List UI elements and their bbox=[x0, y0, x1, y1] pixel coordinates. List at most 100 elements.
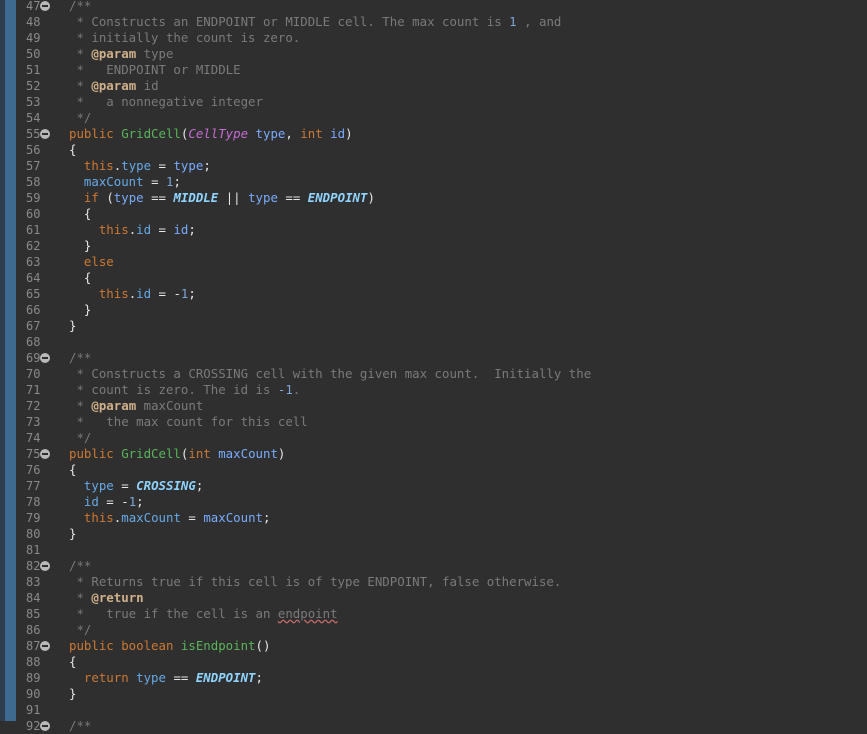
code-line[interactable]: } bbox=[69, 238, 91, 254]
code-line[interactable]: this.type = type; bbox=[69, 158, 211, 174]
line-number: 91 bbox=[26, 703, 41, 717]
code-token: return bbox=[69, 670, 137, 685]
code-line[interactable]: * count is zero. The id is -1. bbox=[69, 382, 300, 398]
line-number: 68 bbox=[26, 335, 41, 349]
code-token: type bbox=[173, 158, 204, 173]
code-line[interactable]: * @param type bbox=[69, 46, 173, 62]
code-line[interactable]: { bbox=[69, 206, 91, 222]
code-token: else bbox=[69, 254, 114, 269]
collapse-fold-icon[interactable] bbox=[40, 129, 50, 139]
collapse-fold-icon[interactable] bbox=[40, 353, 50, 363]
code-line[interactable]: { bbox=[69, 142, 76, 158]
code-token: id bbox=[69, 494, 99, 509]
code-token: ) bbox=[277, 446, 286, 461]
code-line[interactable]: return type == ENDPOINT; bbox=[69, 670, 263, 686]
code-line[interactable]: } bbox=[69, 526, 76, 542]
code-line[interactable]: * Constructs an ENDPOINT or MIDDLE cell.… bbox=[69, 14, 561, 30]
code-token: type bbox=[121, 158, 152, 173]
code-line[interactable]: public boolean isEndpoint() bbox=[69, 638, 270, 654]
code-token: type bbox=[136, 46, 174, 61]
code-token: { bbox=[69, 142, 77, 157]
code-line[interactable]: else bbox=[69, 254, 114, 270]
code-token: ; bbox=[188, 222, 196, 237]
line-number: 85 bbox=[26, 607, 41, 621]
code-token: type bbox=[69, 478, 114, 493]
line-number: 52 bbox=[26, 79, 41, 93]
line-number: 65 bbox=[26, 287, 41, 301]
code-line[interactable]: */ bbox=[69, 110, 91, 126]
code-line[interactable]: * @param id bbox=[69, 78, 158, 94]
code-token: { bbox=[69, 270, 92, 285]
line-number: 49 bbox=[26, 31, 41, 45]
code-token: type bbox=[248, 190, 278, 205]
code-line[interactable]: */ bbox=[69, 430, 91, 446]
code-token: = - bbox=[98, 494, 129, 509]
code-token: if bbox=[69, 190, 107, 205]
code-token: public bbox=[69, 446, 122, 461]
line-number: 48 bbox=[26, 15, 41, 29]
code-line[interactable]: * @return bbox=[69, 590, 143, 606]
code-line[interactable]: this.id = -1; bbox=[69, 286, 196, 302]
code-line[interactable]: id = -1; bbox=[69, 494, 144, 510]
code-line[interactable]: * ENDPOINT or MIDDLE bbox=[69, 62, 240, 78]
code-line[interactable]: maxCount = 1; bbox=[69, 174, 181, 190]
code-line[interactable]: } bbox=[69, 686, 76, 702]
code-line[interactable]: * a nonnegative integer bbox=[69, 94, 263, 110]
code-line[interactable]: * the max count for this cell bbox=[69, 414, 307, 430]
code-editor[interactable]: 47/** 48 * Constructs an ENDPOINT or MIDD… bbox=[0, 0, 867, 733]
code-line[interactable]: * @param maxCount bbox=[69, 398, 203, 414]
code-line[interactable]: public GridCell(CellType type, int id) bbox=[69, 126, 353, 142]
code-token: /** bbox=[69, 718, 92, 733]
line-number: 54 bbox=[26, 111, 41, 125]
code-line[interactable]: { bbox=[69, 654, 76, 670]
code-line[interactable]: * true if the cell is an endpoint bbox=[69, 606, 337, 622]
code-token: * Returns true if this cell is of type E… bbox=[69, 574, 562, 589]
code-token: ; bbox=[203, 158, 211, 173]
code-token: ; bbox=[188, 286, 196, 301]
code-token: ; bbox=[136, 494, 144, 509]
line-number: 89 bbox=[26, 671, 41, 685]
code-token: } bbox=[69, 318, 77, 333]
code-line[interactable]: * initially the count is zero. bbox=[69, 30, 300, 46]
code-line[interactable]: public GridCell(int maxCount) bbox=[69, 446, 285, 462]
code-token: GridCell bbox=[121, 446, 181, 461]
code-line[interactable]: /** bbox=[69, 558, 91, 574]
code-token: ( bbox=[106, 190, 114, 205]
line-number: 88 bbox=[26, 655, 41, 669]
code-line[interactable]: if (type == MIDDLE || type == ENDPOINT) bbox=[69, 190, 375, 206]
code-token: } bbox=[69, 686, 77, 701]
line-number: 78 bbox=[26, 495, 41, 509]
line-number: 60 bbox=[26, 207, 41, 221]
collapse-fold-icon[interactable] bbox=[40, 641, 50, 651]
code-line[interactable]: { bbox=[69, 270, 91, 286]
code-token: @param bbox=[91, 46, 137, 61]
code-line[interactable]: * Constructs a CROSSING cell with the gi… bbox=[69, 366, 591, 382]
code-token: * initially the count is zero. bbox=[69, 30, 301, 45]
line-number: 59 bbox=[26, 191, 41, 205]
code-line[interactable]: type = CROSSING; bbox=[69, 478, 203, 494]
code-line[interactable]: * Returns true if this cell is of type E… bbox=[69, 574, 561, 590]
code-token: this bbox=[69, 510, 114, 525]
code-line[interactable]: */ bbox=[69, 622, 91, 638]
code-line[interactable]: this.id = id; bbox=[69, 222, 196, 238]
code-line[interactable]: this.maxCount = maxCount; bbox=[69, 510, 271, 526]
code-token: { bbox=[69, 654, 77, 669]
code-line[interactable]: } bbox=[69, 318, 76, 334]
collapse-fold-icon[interactable] bbox=[40, 1, 50, 11]
code-token: } bbox=[69, 238, 92, 253]
code-token: @param bbox=[91, 78, 137, 93]
code-line[interactable]: /** bbox=[69, 718, 91, 734]
code-line[interactable]: /** bbox=[69, 350, 91, 366]
collapse-fold-icon[interactable] bbox=[40, 721, 50, 731]
code-token: id bbox=[136, 286, 152, 301]
collapse-fold-icon[interactable] bbox=[40, 561, 50, 571]
code-token: == bbox=[165, 670, 196, 685]
code-token: type bbox=[248, 126, 286, 141]
collapse-fold-icon[interactable] bbox=[40, 449, 50, 459]
code-token: maxCount bbox=[203, 510, 263, 525]
line-number: 73 bbox=[26, 415, 41, 429]
code-line[interactable]: /** bbox=[69, 0, 91, 14]
code-line[interactable]: { bbox=[69, 462, 76, 478]
code-line[interactable]: } bbox=[69, 302, 91, 318]
line-number: 71 bbox=[26, 383, 41, 397]
